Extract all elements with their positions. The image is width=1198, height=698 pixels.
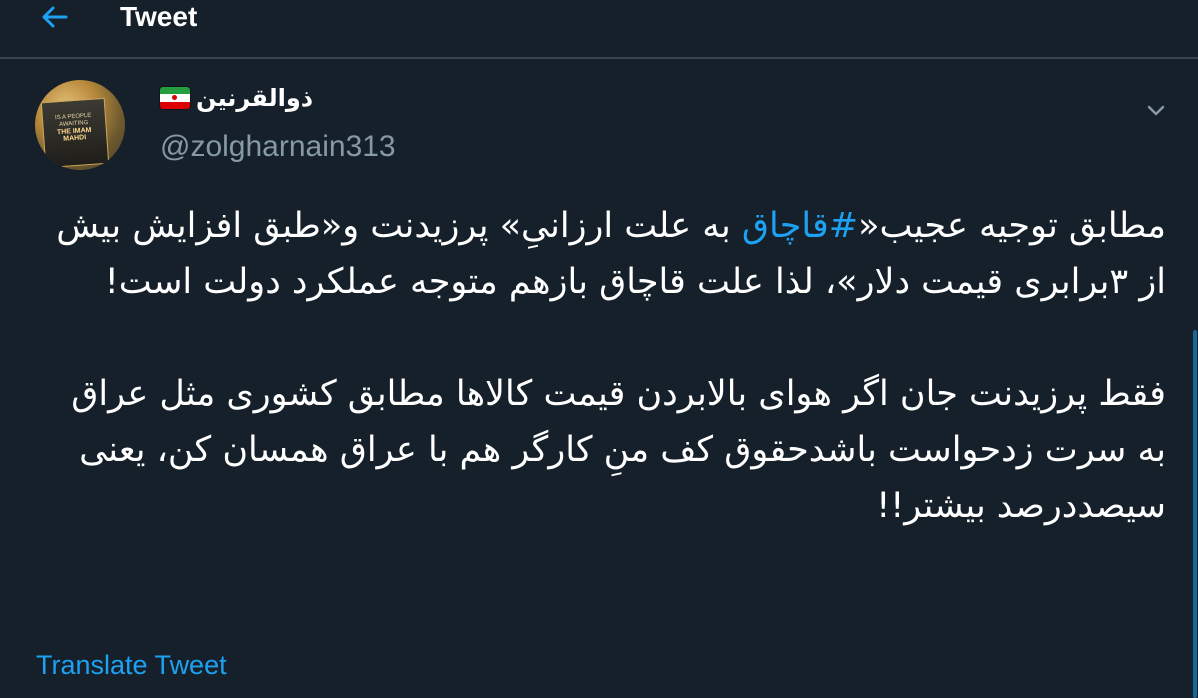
tweet-text: مطابق توجیه عجیب«#قاچاق به علت ارزانیِ» … xyxy=(36,198,1166,534)
avatar[interactable]: IS A PEOPLE AWAITING THE IMAM MAHDI xyxy=(35,80,125,170)
author-handle[interactable]: @zolgharnain313 xyxy=(160,130,396,164)
iran-flag-icon xyxy=(160,87,190,109)
tweet-text-segment: مطابق توجیه عجیب« xyxy=(858,206,1166,246)
scrollbar[interactable] xyxy=(1193,330,1197,698)
author-name-row[interactable]: ذوالقرنین xyxy=(160,84,313,112)
chevron-down-icon xyxy=(1147,105,1165,116)
avatar-caption: IS A PEOPLE AWAITING THE IMAM MAHDI xyxy=(44,112,104,144)
page-title: Tweet xyxy=(120,1,198,32)
top-bar: Tweet xyxy=(0,0,1198,40)
hashtag-link[interactable]: #قاچاق xyxy=(742,206,858,246)
translate-tweet-link[interactable]: Translate Tweet xyxy=(36,650,227,681)
arrow-left-icon xyxy=(42,6,68,28)
header-divider xyxy=(0,57,1198,59)
tweet-paragraph-1: مطابق توجیه عجیب«#قاچاق به علت ارزانیِ» … xyxy=(36,198,1166,310)
author-display-name: ذوالقرنین xyxy=(196,84,314,112)
tweet-paragraph-2: فقط پرزیدنت جان اگر هوای بالابردن قیمت ک… xyxy=(71,374,1166,526)
avatar-caption-line1: IS A PEOPLE AWAITING xyxy=(54,112,92,129)
tweet-options-button[interactable] xyxy=(1140,94,1172,126)
back-button[interactable] xyxy=(36,1,72,33)
